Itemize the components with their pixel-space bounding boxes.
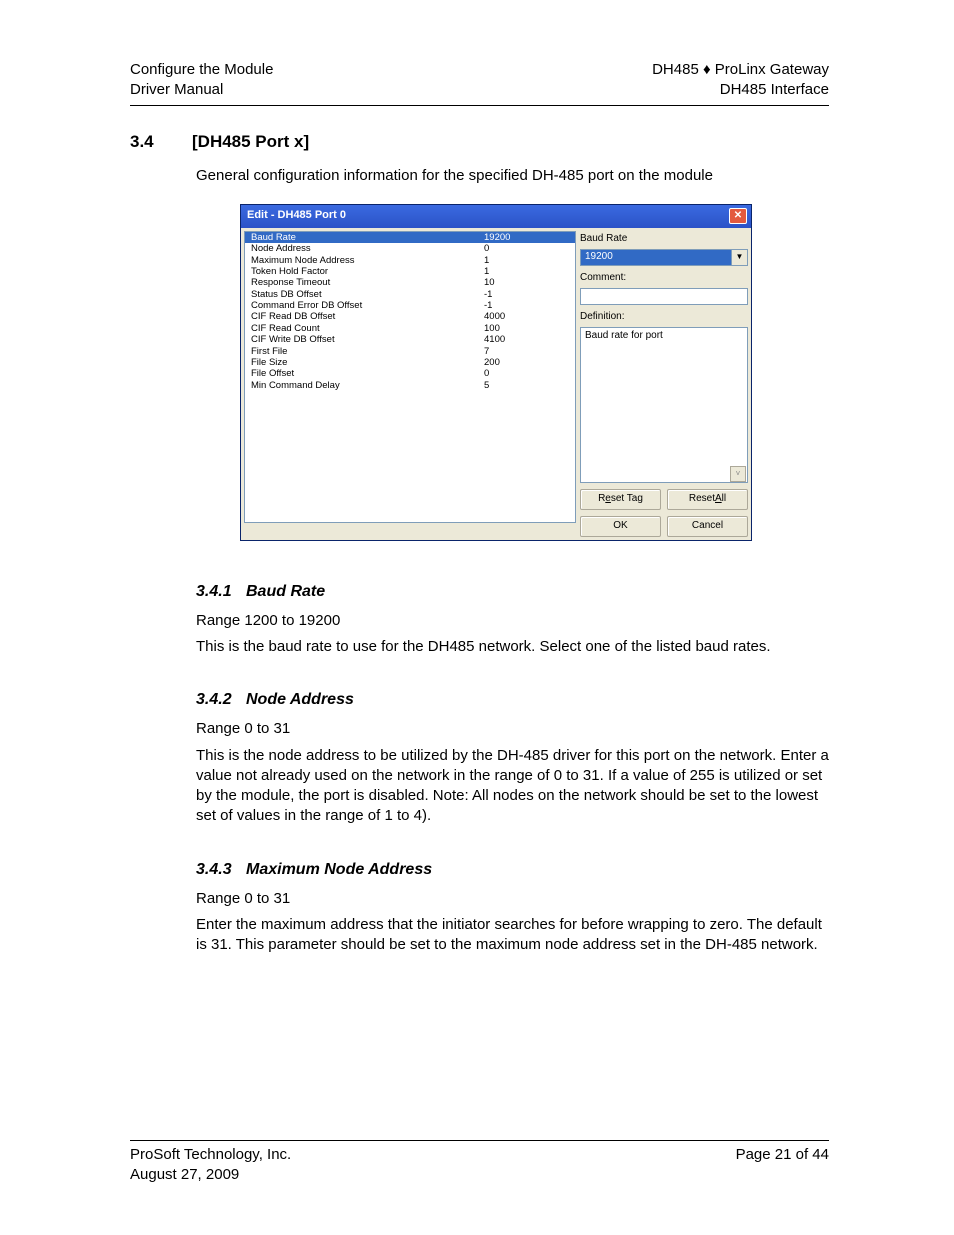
param-label: Baud Rate bbox=[245, 232, 478, 243]
subsection-title: Maximum Node Address bbox=[246, 861, 432, 878]
param-row[interactable]: Response Timeout10 bbox=[245, 277, 575, 288]
page-footer: ProSoft Technology, Inc. Page 21 of 44 A… bbox=[130, 1122, 829, 1186]
section-3-4-3-heading: 3.4.3Maximum Node Address bbox=[196, 861, 829, 879]
param-value: 1 bbox=[478, 255, 575, 266]
param-row[interactable]: CIF Read Count100 bbox=[245, 323, 575, 334]
reset-tag-button[interactable]: Reset Tag bbox=[580, 489, 661, 510]
close-icon[interactable]: ✕ bbox=[729, 208, 747, 224]
param-value: 4100 bbox=[478, 334, 575, 345]
param-label: Maximum Node Address bbox=[245, 255, 478, 266]
parameter-list[interactable]: Baud Rate19200Node Address0Maximum Node … bbox=[244, 231, 576, 523]
param-value: 4000 bbox=[478, 311, 575, 322]
page-header: Configure the Module DH485 ♦ ProLinx Gat… bbox=[130, 60, 829, 132]
header-left-1: Configure the Module bbox=[130, 60, 273, 80]
subsection-number: 3.4.1 bbox=[196, 583, 246, 601]
dialog-titlebar: Edit - DH485 Port 0 ✕ bbox=[241, 205, 751, 228]
param-row[interactable]: File Offset0 bbox=[245, 368, 575, 379]
header-right-1: DH485 ♦ ProLinx Gateway bbox=[652, 60, 829, 80]
comment-label: Comment: bbox=[580, 272, 748, 284]
param-label: CIF Read Count bbox=[245, 323, 478, 334]
subsection-number: 3.4.3 bbox=[196, 861, 246, 879]
param-label: Min Command Delay bbox=[245, 380, 478, 391]
param-label: CIF Read DB Offset bbox=[245, 311, 478, 322]
param-label: Response Timeout bbox=[245, 277, 478, 288]
definition-text: Baud rate for port bbox=[585, 330, 743, 342]
param-label: Node Address bbox=[245, 243, 478, 254]
dropdown-value: 19200 bbox=[580, 249, 731, 266]
header-left-2: Driver Manual bbox=[130, 80, 223, 100]
section-3-4-2-heading: 3.4.2Node Address bbox=[196, 691, 829, 709]
param-value: 7 bbox=[478, 346, 575, 357]
param-row[interactable]: Min Command Delay5 bbox=[245, 380, 575, 391]
param-row[interactable]: Node Address0 bbox=[245, 243, 575, 254]
param-label: First File bbox=[245, 346, 478, 357]
param-label: File Offset bbox=[245, 368, 478, 379]
param-value: 0 bbox=[478, 368, 575, 379]
param-row[interactable]: Command Error DB Offset-1 bbox=[245, 300, 575, 311]
param-value: 1 bbox=[478, 266, 575, 277]
param-row[interactable]: First File7 bbox=[245, 346, 575, 357]
edit-dialog: Edit - DH485 Port 0 ✕ Baud Rate19200Node… bbox=[240, 204, 752, 541]
s341-range: Range 1200 to 19200 bbox=[196, 611, 829, 631]
subsection-title: Node Address bbox=[246, 691, 354, 708]
footer-company: ProSoft Technology, Inc. bbox=[130, 1145, 291, 1165]
param-label: Status DB Offset bbox=[245, 289, 478, 300]
header-right-2: DH485 Interface bbox=[720, 80, 829, 100]
section-title: [DH485 Port x] bbox=[192, 132, 309, 151]
param-row[interactable]: File Size200 bbox=[245, 357, 575, 368]
param-value: 5 bbox=[478, 380, 575, 391]
s341-body: This is the baud rate to use for the DH4… bbox=[196, 637, 829, 657]
section-3-4-1-heading: 3.4.1Baud Rate bbox=[196, 583, 829, 601]
param-label: Command Error DB Offset bbox=[245, 300, 478, 311]
subsection-title: Baud Rate bbox=[246, 583, 325, 600]
s343-body: Enter the maximum address that the initi… bbox=[196, 915, 829, 956]
s342-body: This is the node address to be utilized … bbox=[196, 746, 829, 827]
s342-range: Range 0 to 31 bbox=[196, 719, 829, 739]
param-row[interactable]: Status DB Offset-1 bbox=[245, 289, 575, 300]
field-label: Baud Rate bbox=[580, 233, 748, 245]
definition-textarea[interactable]: Baud rate for port ˅ bbox=[580, 327, 748, 483]
param-value: -1 bbox=[478, 289, 575, 300]
section-3-4-intro: General configuration information for th… bbox=[196, 166, 829, 186]
param-label: Token Hold Factor bbox=[245, 266, 478, 277]
param-label: File Size bbox=[245, 357, 478, 368]
property-panel: Baud Rate 19200 ▼ Comment: Definition: B… bbox=[580, 231, 748, 537]
chevron-down-icon[interactable]: ▼ bbox=[731, 249, 748, 266]
footer-rule bbox=[130, 1140, 829, 1141]
param-row[interactable]: Token Hold Factor1 bbox=[245, 266, 575, 277]
param-value: 10 bbox=[478, 277, 575, 288]
param-value: 200 bbox=[478, 357, 575, 368]
param-value: 100 bbox=[478, 323, 575, 334]
subsection-number: 3.4.2 bbox=[196, 691, 246, 709]
header-rule bbox=[130, 105, 829, 106]
param-row[interactable]: CIF Read DB Offset4000 bbox=[245, 311, 575, 322]
dialog-title: Edit - DH485 Port 0 bbox=[247, 209, 346, 222]
s343-range: Range 0 to 31 bbox=[196, 889, 829, 909]
param-value: 19200 bbox=[478, 232, 575, 243]
reset-all-button[interactable]: Reset All bbox=[667, 489, 748, 510]
footer-page: Page 21 of 44 bbox=[736, 1145, 829, 1165]
param-value: 0 bbox=[478, 243, 575, 254]
cancel-button[interactable]: Cancel bbox=[667, 516, 748, 537]
definition-label: Definition: bbox=[580, 311, 748, 323]
comment-input[interactable] bbox=[580, 288, 748, 305]
param-row[interactable]: Baud Rate19200 bbox=[245, 232, 575, 243]
baud-rate-dropdown[interactable]: 19200 ▼ bbox=[580, 249, 748, 266]
ok-button[interactable]: OK bbox=[580, 516, 661, 537]
param-label: CIF Write DB Offset bbox=[245, 334, 478, 345]
footer-date: August 27, 2009 bbox=[130, 1165, 239, 1185]
scroll-down-icon[interactable]: ˅ bbox=[730, 466, 746, 482]
section-3-4-heading: 3.4[DH485 Port x] bbox=[130, 132, 829, 152]
param-row[interactable]: CIF Write DB Offset4100 bbox=[245, 334, 575, 345]
section-number: 3.4 bbox=[130, 132, 192, 152]
param-value: -1 bbox=[478, 300, 575, 311]
param-row[interactable]: Maximum Node Address1 bbox=[245, 255, 575, 266]
